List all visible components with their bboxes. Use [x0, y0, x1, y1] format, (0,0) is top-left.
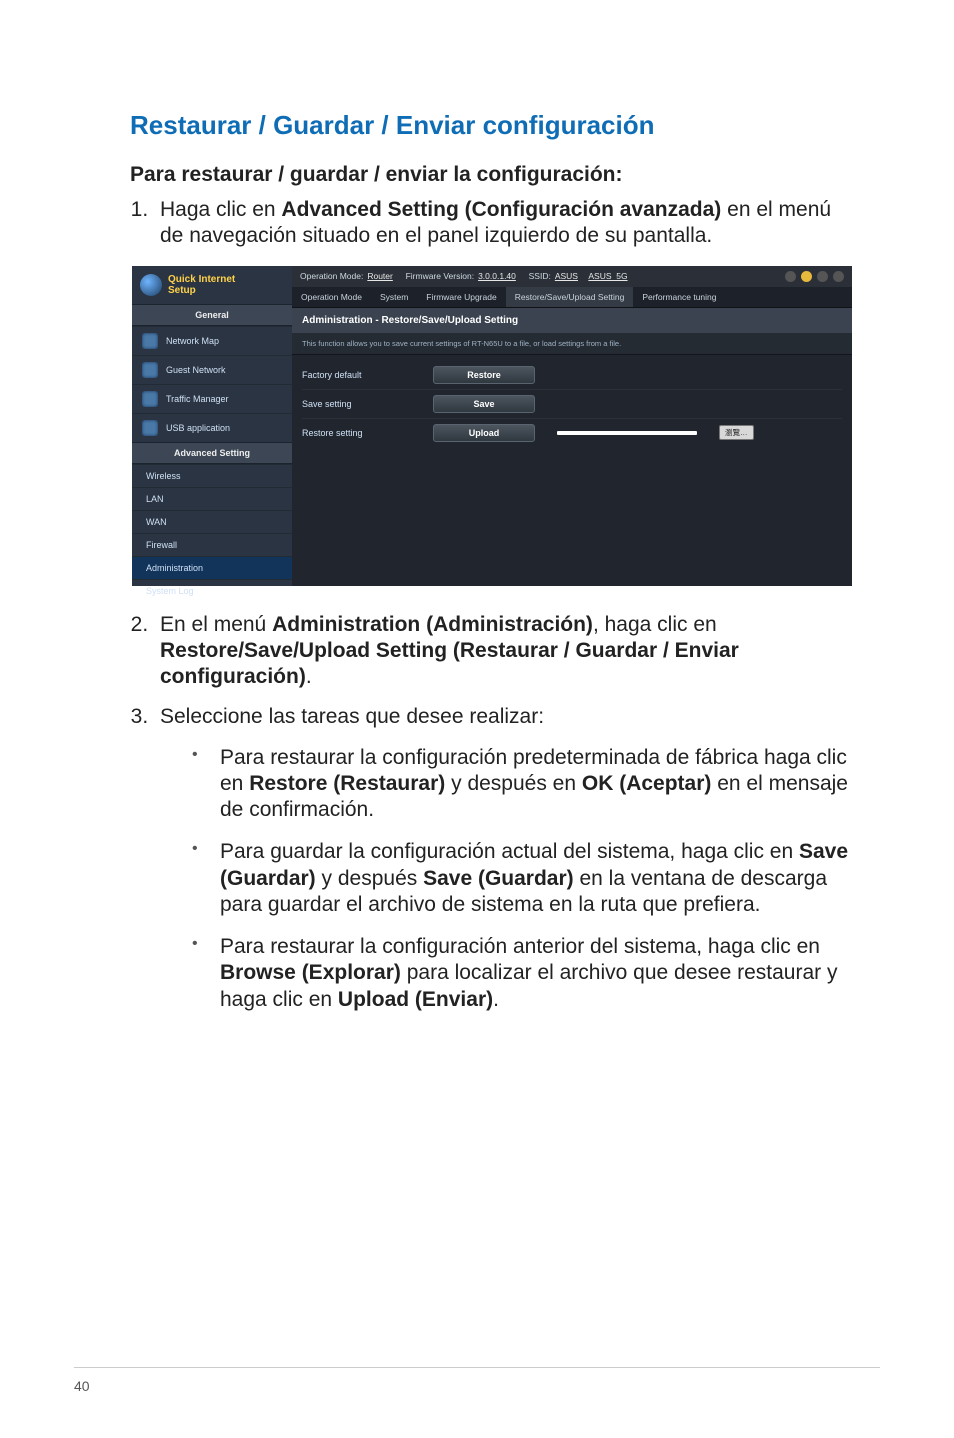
section-general-header: General [132, 304, 292, 326]
section-heading: Restaurar / Guardar / Enviar configuraci… [130, 110, 854, 141]
browse-button[interactable]: 瀏覽… [719, 425, 754, 440]
network-map-icon [142, 333, 158, 349]
row-label: Factory default [302, 370, 417, 380]
status-icon[interactable] [817, 271, 828, 282]
step2-bold2: Restore/Save/Upload Setting (Restaurar /… [160, 639, 739, 688]
qis-line1: Quick Internet [168, 274, 235, 285]
step3-text: Seleccione las tareas que desee realizar… [160, 705, 544, 728]
nav-label: LAN [146, 494, 164, 504]
row-restore-setting: Restore setting Upload 瀏覽… [302, 419, 842, 447]
tab-restore-save-upload[interactable]: Restore/Save/Upload Setting [506, 287, 634, 307]
usb-icon [142, 420, 158, 436]
nav-label: USB application [166, 423, 230, 433]
row-label: Restore setting [302, 428, 417, 438]
sidebar-item-system-log[interactable]: System Log [132, 579, 292, 602]
tab-operation-mode[interactable]: Operation Mode [292, 287, 371, 307]
nav-label: System Log [146, 586, 194, 596]
sidebar-item-guest-network[interactable]: Guest Network [132, 355, 292, 384]
opmode-value[interactable]: Router [367, 271, 393, 281]
restore-button[interactable]: Restore [433, 366, 535, 384]
qis-line2: Setup [168, 285, 235, 296]
row-save-setting: Save setting Save [302, 390, 842, 419]
nav-label: Firewall [146, 540, 177, 550]
tab-firmware-upgrade[interactable]: Firmware Upgrade [417, 287, 505, 307]
nav-label: Network Map [166, 336, 219, 346]
step2-bold1: Administration (Administración) [272, 613, 593, 636]
sidebar-item-traffic-manager[interactable]: Traffic Manager [132, 384, 292, 413]
ssid2[interactable]: ASUS_5G [588, 271, 627, 281]
guest-network-icon [142, 362, 158, 378]
save-button[interactable]: Save [433, 395, 535, 413]
step1-pre: Haga clic en [160, 198, 281, 221]
router-screenshot: Quick Internet Setup General Network Map… [132, 266, 852, 586]
step2-pre: En el menú [160, 613, 272, 636]
sidebar-item-wan[interactable]: WAN [132, 510, 292, 533]
upload-button[interactable]: Upload [433, 424, 535, 442]
fw-label: Firmware Version: [406, 271, 475, 281]
router-tabs: Operation Mode System Firmware Upgrade R… [292, 287, 852, 308]
row-factory-default: Factory default Restore [302, 361, 842, 390]
sidebar-item-usb-application[interactable]: USB application [132, 413, 292, 442]
step2-mid: , haga clic en [593, 613, 717, 636]
row-label: Save setting [302, 399, 417, 409]
fw-value[interactable]: 3.0.0.1.40 [478, 271, 516, 281]
ssid1[interactable]: ASUS [555, 271, 578, 281]
nav-label: Guest Network [166, 365, 226, 375]
router-main: Operation Mode: Router Firmware Version:… [292, 266, 852, 586]
status-icon[interactable] [785, 271, 796, 282]
panel-description: This function allows you to save current… [292, 333, 852, 355]
sidebar-item-lan[interactable]: LAN [132, 487, 292, 510]
nav-label: Administration [146, 563, 203, 573]
footer-divider [74, 1367, 880, 1368]
sidebar-item-administration[interactable]: Administration [132, 556, 292, 579]
tab-system[interactable]: System [371, 287, 417, 307]
nav-label: Wireless [146, 471, 181, 481]
router-topbar: Operation Mode: Router Firmware Version:… [292, 266, 852, 287]
opmode-label: Operation Mode: [300, 271, 363, 281]
sidebar-item-network-map[interactable]: Network Map [132, 326, 292, 355]
topbar-icons [785, 271, 844, 282]
sidebar-item-firewall[interactable]: Firewall [132, 533, 292, 556]
quick-internet-setup[interactable]: Quick Internet Setup [132, 270, 292, 304]
ssid-label: SSID: [529, 271, 551, 281]
bullet-restore-previous: Para restaurar la configuración anterior… [192, 934, 854, 1013]
nav-label: WAN [146, 517, 167, 527]
step2-post: . [306, 665, 312, 688]
star-icon[interactable] [801, 271, 812, 282]
section-subheading: Para restaurar / guardar / enviar la con… [130, 163, 854, 187]
step-1: Haga clic en Advanced Setting (Configura… [154, 197, 854, 250]
sidebar-item-wireless[interactable]: Wireless [132, 464, 292, 487]
bullet-save-current: Para guardar la configuración actual del… [192, 839, 854, 918]
step-2: En el menú Administration (Administració… [154, 612, 854, 691]
globe-icon [140, 274, 162, 296]
traffic-manager-icon [142, 391, 158, 407]
step-3: Seleccione las tareas que desee realizar… [154, 704, 854, 1013]
nav-label: Traffic Manager [166, 394, 229, 404]
status-icon[interactable] [833, 271, 844, 282]
step1-bold: Advanced Setting (Configuración avanzada… [281, 198, 721, 221]
router-sidebar: Quick Internet Setup General Network Map… [132, 266, 292, 586]
page-number: 40 [74, 1378, 90, 1394]
tab-performance-tuning[interactable]: Performance tuning [633, 287, 725, 307]
file-path-field[interactable] [557, 431, 697, 435]
bullet-restore-factory: Para restaurar la configuración predeter… [192, 745, 854, 824]
section-advanced-header: Advanced Setting [132, 442, 292, 464]
panel-title: Administration - Restore/Save/Upload Set… [292, 308, 852, 333]
